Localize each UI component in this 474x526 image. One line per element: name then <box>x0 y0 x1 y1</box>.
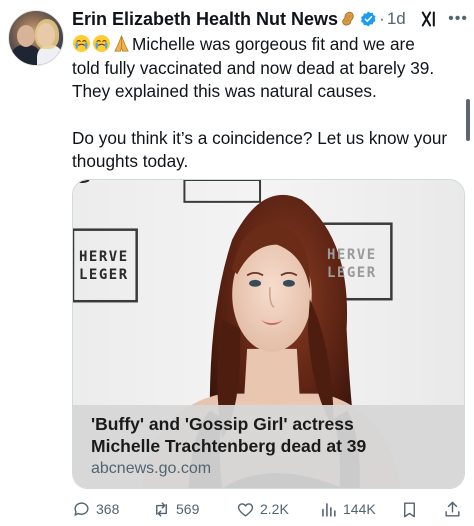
bookmark-icon <box>404 501 415 517</box>
share-button[interactable] <box>443 500 467 519</box>
reply-button[interactable]: 368 <box>72 500 119 519</box>
retweet-count: 569 <box>176 501 200 517</box>
more-options-icon[interactable]: ••• <box>448 10 468 28</box>
backdrop-logo-right: HERVE LEGER <box>327 246 377 282</box>
tweet-line-4: Do you think it’s a coincidence? Let us … <box>72 127 448 148</box>
crying-face-icon <box>72 34 91 53</box>
tweet-line-5: thoughts today. <box>72 151 189 171</box>
tweet-line-3: They explained this was natural causes. <box>72 81 377 101</box>
reply-icon <box>74 501 89 516</box>
like-button[interactable]: 2.2K <box>236 500 289 519</box>
tweet-line-1: Michelle was gorgeous fit and we are <box>72 33 468 57</box>
tweet-text: Michelle was gorgeous fit and we are tol… <box>72 33 468 174</box>
tweet-header: Erin Elizabeth Health Nut News · 1d ••• <box>72 6 468 32</box>
separator-dot: · <box>379 9 385 28</box>
views-icon <box>322 502 336 517</box>
timestamp[interactable]: 1d <box>387 9 406 29</box>
backdrop-left-line-2: LEGER <box>79 267 129 283</box>
card-domain: abcnews.go.com <box>91 460 212 477</box>
reply-count: 368 <box>96 501 120 517</box>
heart-icon <box>237 502 254 517</box>
backdrop-logo-left: HERVE LEGER <box>79 248 129 284</box>
card-title-line-2: Michelle Trachtenberg dead at 39 <box>91 436 367 456</box>
avatar[interactable] <box>8 10 64 66</box>
like-count: 2.2K <box>260 501 289 517</box>
retweet-icon <box>156 501 167 517</box>
retweet-button[interactable]: 569 <box>152 500 199 519</box>
tweet-line-2: told fully vaccinated and now dead at ba… <box>72 57 435 78</box>
share-icon <box>445 501 460 517</box>
avatar-face-right <box>37 23 55 47</box>
peanut-icon <box>342 11 354 26</box>
crying-face-icon <box>92 34 111 53</box>
views-button[interactable]: 144K <box>319 500 376 519</box>
verified-badge-icon[interactable] <box>360 10 377 28</box>
card-title-line-1: 'Buffy' and 'Gossip Girl' actress <box>91 414 354 434</box>
folded-hands-icon <box>114 34 129 52</box>
backdrop-left-line-1: HERVE <box>79 249 129 265</box>
backdrop-right-line-1: HERVE <box>327 247 377 263</box>
backdrop-right-line-2: LEGER <box>327 265 377 281</box>
link-preview-card[interactable]: HERVE LEGER HERVE LEGER 'Buffy' and 'Gos… <box>72 179 465 489</box>
display-name[interactable]: Erin Elizabeth Health Nut News <box>72 9 338 30</box>
card-caption[interactable]: 'Buffy' and 'Gossip Girl' actress Michel… <box>73 405 464 488</box>
avatar-face-left <box>17 25 35 47</box>
tweet-text-line-1: Michelle was gorgeous fit and we are <box>132 34 415 54</box>
scrollbar-thumb[interactable] <box>466 99 470 141</box>
bookmark-button[interactable] <box>400 500 424 519</box>
action-bar: 368 569 2.2K 144K <box>72 494 468 524</box>
views-count: 144K <box>343 501 376 517</box>
grok-icon[interactable] <box>420 9 438 29</box>
